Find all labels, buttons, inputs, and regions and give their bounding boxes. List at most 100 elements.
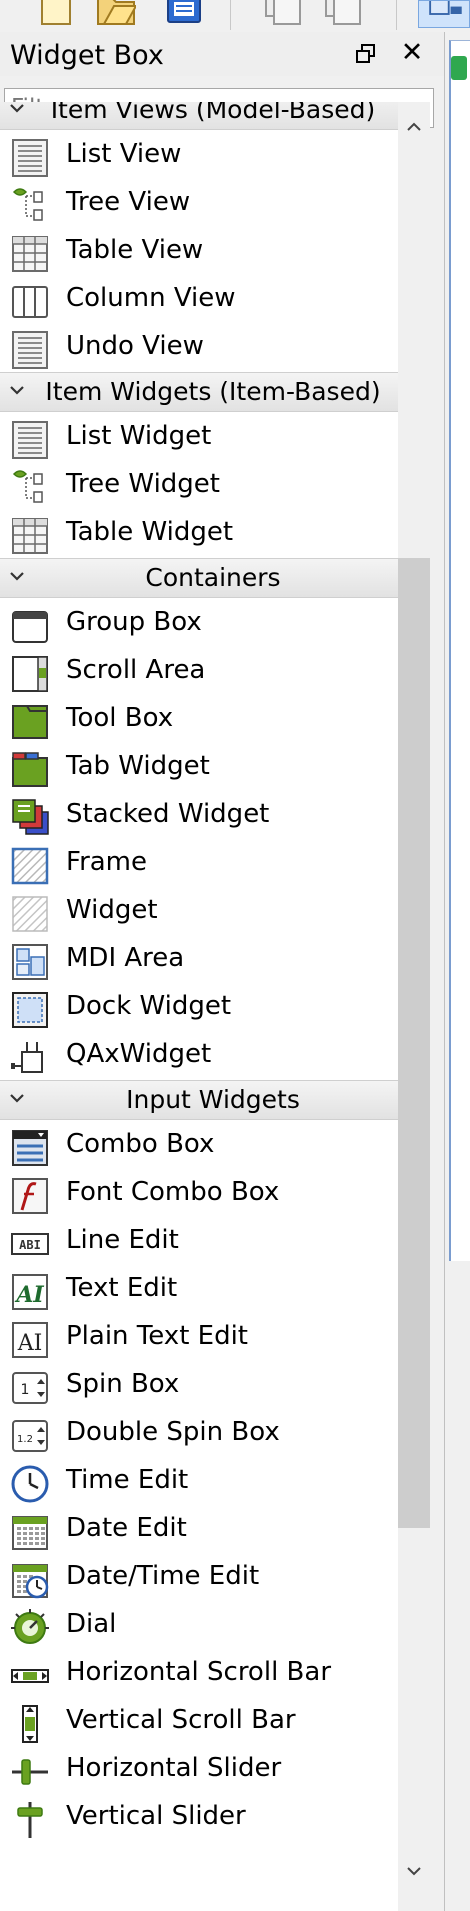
widget-item-label: Dial	[66, 1609, 117, 1639]
widget-item[interactable]: List View	[0, 132, 398, 180]
open-form-icon[interactable]	[96, 0, 136, 26]
scroll-down-icon[interactable]	[405, 1862, 423, 1880]
widget-item[interactable]: AI Plain Text Edit	[0, 1314, 398, 1362]
widget-item-label: Tree Widget	[66, 469, 220, 499]
widget-item[interactable]: 1 Spin Box	[0, 1362, 398, 1410]
horizontal-scroll-bar-icon	[10, 1656, 50, 1696]
tree-widget-icon	[10, 468, 50, 508]
widget-item[interactable]: Combo Box	[0, 1122, 398, 1170]
dock-title: Widget Box	[10, 40, 164, 71]
widget-item[interactable]: Font Combo Box	[0, 1170, 398, 1218]
frame-icon	[10, 846, 50, 886]
widget-item[interactable]: Time Edit	[0, 1458, 398, 1506]
text-edit-icon: AI	[10, 1272, 50, 1312]
paste-icon[interactable]	[322, 0, 362, 26]
save-form-icon[interactable]	[164, 0, 204, 26]
widget-item-label: Double Spin Box	[66, 1417, 280, 1447]
widget-item-label: Table View	[66, 235, 204, 265]
widget-item-label: Dock Widget	[66, 991, 232, 1021]
plain-text-edit-icon: AI	[10, 1320, 50, 1360]
widget-item[interactable]: Vertical Slider	[0, 1794, 398, 1842]
widget-icon	[10, 894, 50, 934]
widget-item[interactable]: Stacked Widget	[0, 792, 398, 840]
scroll-up-icon[interactable]	[405, 118, 423, 136]
widget-item[interactable]: Scroll Area	[0, 648, 398, 696]
svg-text:1.2: 1.2	[17, 1434, 33, 1445]
font-combo-box-icon	[10, 1176, 50, 1216]
widget-item-label: Date Edit	[66, 1513, 187, 1543]
widget-item[interactable]: Dial	[0, 1602, 398, 1650]
widget-item[interactable]: Table View	[0, 228, 398, 276]
widget-item[interactable]: Group Box	[0, 600, 398, 648]
widget-item-label: Time Edit	[66, 1465, 189, 1495]
widget-item-label: Undo View	[66, 331, 204, 361]
double-spin-box-icon: 1.2	[10, 1416, 50, 1456]
widget-item-label: Table Widget	[66, 517, 234, 547]
close-icon[interactable]: ✕	[400, 39, 424, 66]
widget-item[interactable]: Vertical Scroll Bar	[0, 1698, 398, 1746]
widget-item-label: Tab Widget	[66, 751, 210, 781]
widget-item-label: Group Box	[66, 607, 202, 637]
widget-item-label: QAxWidget	[66, 1039, 212, 1069]
widget-item[interactable]: Date/Time Edit	[0, 1554, 398, 1602]
widget-item[interactable]: Tool Box	[0, 696, 398, 744]
list-widget-icon	[10, 420, 50, 460]
stacked-widget-icon	[10, 798, 50, 838]
layout-icon	[429, 1, 462, 15]
widget-item-label: List View	[66, 139, 182, 169]
widget-item[interactable]: Horizontal Scroll Bar	[0, 1650, 398, 1698]
category-header[interactable]: Input Widgets	[0, 1080, 398, 1120]
widget-item-label: Tree View	[66, 187, 191, 217]
widget-item-label: MDI Area	[66, 943, 185, 973]
widget-item[interactable]: Undo View	[0, 324, 398, 372]
category-label: Containers	[145, 563, 281, 592]
widget-item[interactable]: MDI Area	[0, 936, 398, 984]
category-header[interactable]: Item Views (Model-Based)	[0, 102, 398, 130]
tab-widget-icon	[10, 750, 50, 790]
vertical-slider-icon	[10, 1800, 50, 1840]
widget-item[interactable]: AI Text Edit	[0, 1266, 398, 1314]
layout-toolbar-button[interactable]	[418, 0, 470, 28]
vertical-scrollbar[interactable]	[398, 102, 430, 1911]
svg-text:ABI: ABI	[19, 1238, 41, 1252]
copy-icon[interactable]	[262, 0, 302, 26]
toolbar-separator	[230, 0, 231, 30]
category-label: Item Views (Model-Based)	[50, 102, 376, 124]
category-header[interactable]: Item Widgets (Item-Based)	[0, 372, 398, 412]
widget-item[interactable]: Horizontal Slider	[0, 1746, 398, 1794]
widget-item[interactable]: Date Edit	[0, 1506, 398, 1554]
table-widget-icon	[10, 516, 50, 556]
toolbar-separator	[396, 0, 397, 30]
widget-item-label: Combo Box	[66, 1129, 215, 1159]
widget-item[interactable]: Tree Widget	[0, 462, 398, 510]
widget-item-label: Tool Box	[66, 703, 174, 733]
dial-icon	[10, 1608, 50, 1648]
float-icon[interactable]	[356, 44, 376, 64]
widget-item[interactable]: Dock Widget	[0, 984, 398, 1032]
widget-item[interactable]: QAxWidget	[0, 1032, 398, 1080]
widget-item[interactable]: Tree View	[0, 180, 398, 228]
widget-item[interactable]: Frame	[0, 840, 398, 888]
widget-item-label: Text Edit	[66, 1273, 178, 1303]
widget-item[interactable]: List Widget	[0, 414, 398, 462]
form-canvas[interactable]	[449, 40, 470, 1261]
main-toolbar	[0, 0, 470, 32]
widget-item-label: Frame	[66, 847, 148, 877]
new-form-icon[interactable]	[36, 0, 76, 26]
svg-text:1: 1	[21, 1382, 30, 1398]
dock-title-bar[interactable]: Widget Box ✕	[0, 32, 444, 76]
widget-item[interactable]: Table Widget	[0, 510, 398, 558]
widget-item[interactable]: Widget	[0, 888, 398, 936]
widget-item[interactable]: Column View	[0, 276, 398, 324]
category-header[interactable]: Containers	[0, 558, 398, 598]
widget-item-label: Stacked Widget	[66, 799, 270, 829]
scroll-area-icon	[10, 654, 50, 694]
widget-item[interactable]: Tab Widget	[0, 744, 398, 792]
scrollbar-thumb[interactable]	[398, 558, 430, 1528]
list-view-icon	[10, 138, 50, 178]
combo-box-icon	[10, 1128, 50, 1168]
widget-item[interactable]: 1.2 Double Spin Box	[0, 1410, 398, 1458]
horizontal-slider-icon	[10, 1752, 50, 1792]
time-edit-icon	[10, 1464, 50, 1504]
widget-item[interactable]: ABI Line Edit	[0, 1218, 398, 1266]
